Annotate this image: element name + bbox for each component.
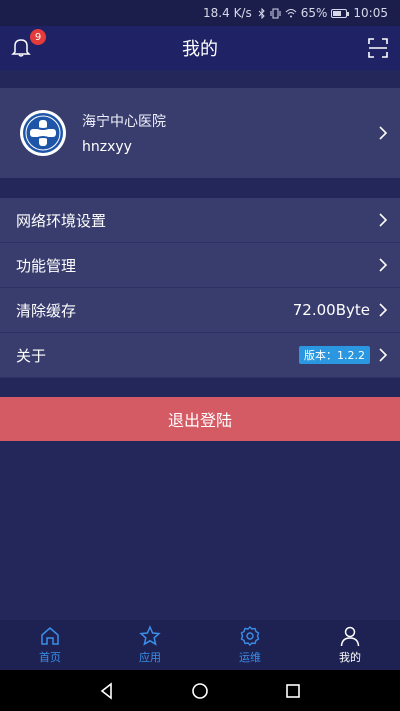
hospital-info: 海宁中心医院 hnzxyy	[82, 111, 166, 155]
status-icons: 65%	[258, 6, 350, 20]
star-icon	[139, 625, 161, 646]
bottom-tab-bar: 首页 应用 运维 我的	[0, 620, 400, 670]
scan-icon[interactable]	[368, 38, 388, 58]
menu-item-label: 网络环境设置	[16, 211, 107, 230]
tab-apps[interactable]: 应用	[100, 620, 200, 670]
hospital-logo	[20, 110, 66, 156]
menu-item-label: 功能管理	[16, 256, 77, 275]
chevron-right-icon	[379, 213, 388, 227]
tab-label: 应用	[139, 651, 161, 664]
chevron-right-icon	[379, 126, 388, 140]
clock: 10:05	[353, 6, 388, 20]
recents-icon[interactable]	[284, 682, 302, 700]
hospital-name: 海宁中心医院	[82, 114, 166, 130]
battery-percent: 65%	[300, 6, 328, 20]
bluetooth-icon	[258, 7, 265, 19]
tab-label: 我的	[339, 651, 361, 664]
tab-label: 首页	[39, 651, 61, 664]
hospital-username: hnzxyy	[82, 139, 132, 155]
menu-item-network-settings[interactable]: 网络环境设置	[0, 198, 400, 243]
tab-operations[interactable]: 运维	[200, 620, 300, 670]
notification-badge: 9	[30, 29, 46, 45]
tab-mine[interactable]: 我的	[300, 620, 400, 670]
page-title: 我的	[182, 39, 218, 60]
system-nav-bar	[0, 670, 400, 711]
tab-home[interactable]: 首页	[0, 620, 100, 670]
menu-item-label: 清除缓存	[16, 301, 77, 320]
menu-item-feature-management[interactable]: 功能管理	[0, 243, 400, 288]
chevron-right-icon	[379, 258, 388, 272]
menu-item-about[interactable]: 关于 版本：1.2.2	[0, 333, 400, 378]
tab-label: 运维	[239, 651, 261, 664]
version-badge: 版本：1.2.2	[299, 346, 370, 364]
chevron-right-icon	[379, 303, 388, 317]
home-circle-icon[interactable]	[191, 682, 209, 700]
menu-item-clear-cache[interactable]: 清除缓存 72.00Byte	[0, 288, 400, 333]
hospital-card[interactable]: 海宁中心医院 hnzxyy	[0, 88, 400, 178]
settings-menu: 网络环境设置 功能管理 清除缓存 72.00Byte 关于 版本：1.2.2	[0, 198, 400, 378]
wifi-icon	[285, 9, 297, 18]
cache-size: 72.00Byte	[292, 301, 370, 319]
logout-button[interactable]: 退出登陆	[0, 397, 400, 441]
gear-icon	[240, 626, 260, 646]
network-speed: 18.4 K/s	[203, 6, 252, 20]
user-icon	[340, 626, 360, 647]
vibrate-icon	[270, 8, 281, 18]
menu-item-label: 关于	[16, 346, 47, 365]
hospital-logo-icon	[23, 113, 63, 153]
bell-icon[interactable]	[10, 36, 32, 58]
app-header: 9 我的	[0, 26, 400, 70]
back-icon[interactable]	[98, 681, 116, 700]
status-bar: 18.4 K/s 65% 10:05	[0, 0, 400, 26]
chevron-right-icon	[379, 348, 388, 362]
battery-icon	[331, 8, 350, 18]
home-icon	[41, 627, 59, 645]
